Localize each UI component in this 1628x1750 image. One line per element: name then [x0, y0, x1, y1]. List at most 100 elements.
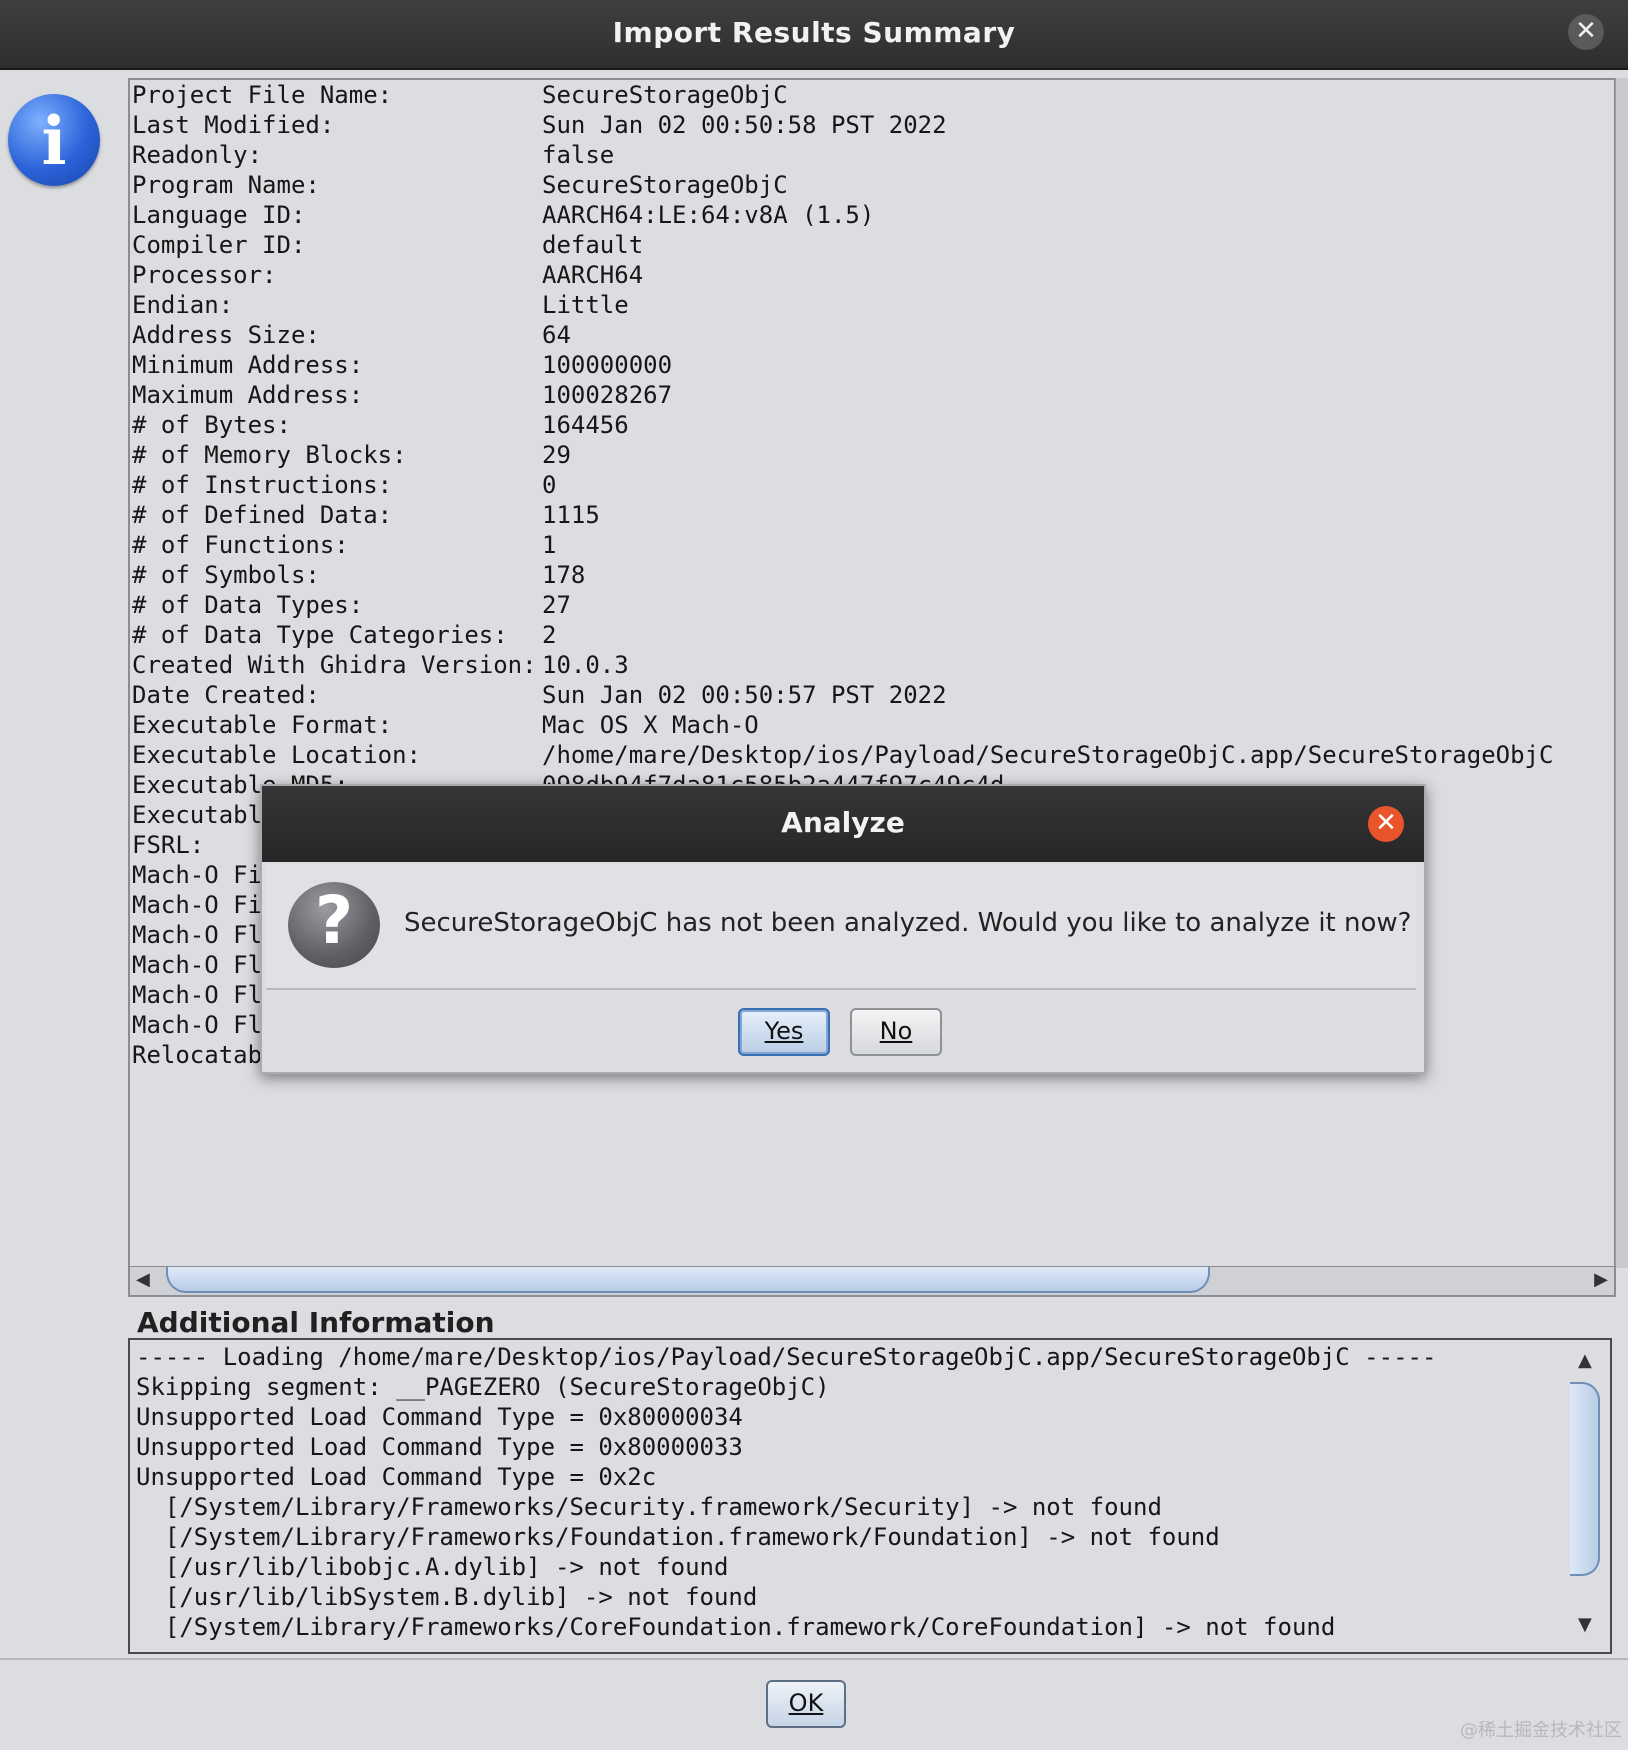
watermark: @稀土掘金技术社区	[1460, 1720, 1622, 1741]
summary-value: 164456	[542, 411, 629, 439]
log-line: [/usr/lib/libSystem.B.dylib] -> not foun…	[136, 1583, 758, 1611]
summary-value: 2	[542, 621, 557, 649]
summary-row: # of Instructions: 0	[132, 470, 1553, 500]
summary-value: 1115	[542, 501, 600, 529]
log-line: [/System/Library/Frameworks/Security.fra…	[136, 1493, 1162, 1521]
dialog-message-area: ? SecureStorageObjC has not been analyze…	[266, 864, 1416, 990]
summary-value: Sun Jan 02 00:50:58 PST 2022	[542, 111, 947, 139]
additional-info-heading: Additional Information	[137, 1306, 495, 1339]
summary-value: /home/mare/Desktop/ios/Payload/SecureSto…	[542, 741, 1554, 769]
summary-label: # of Defined Data:	[132, 501, 393, 529]
summary-label: Language ID:	[132, 201, 306, 229]
summary-value: default	[542, 231, 644, 259]
summary-row: Maximum Address: 100028267	[132, 380, 1553, 410]
summary-row: Endian: Little	[132, 290, 1553, 320]
summary-label: Processor:	[132, 261, 277, 289]
summary-row: # of Symbols: 178	[132, 560, 1553, 590]
vertical-scroll-thumb[interactable]	[1570, 1382, 1600, 1576]
summary-label: Project File Name:	[132, 81, 393, 109]
summary-value: 100028267	[542, 381, 673, 409]
dialog-close-icon[interactable]: ✕	[1368, 806, 1404, 842]
summary-vertical-scrollbar[interactable]	[1615, 78, 1628, 1268]
summary-label: # of Bytes:	[132, 411, 291, 439]
summary-value: 10.0.3	[542, 651, 629, 679]
summary-row: Minimum Address: 100000000	[132, 350, 1553, 380]
summary-row: # of Bytes: 164456	[132, 410, 1553, 440]
summary-value: 1	[542, 531, 557, 559]
log-line: Unsupported Load Command Type = 0x2c	[136, 1463, 657, 1491]
summary-label: Minimum Address:	[132, 351, 364, 379]
no-button[interactable]: No	[850, 1008, 942, 1056]
summary-value: 64	[542, 321, 571, 349]
summary-row: Processor: AARCH64	[132, 260, 1553, 290]
summary-label: # of Data Type Categories:	[132, 621, 508, 649]
scroll-left-arrow-icon[interactable]: ◀	[136, 1269, 150, 1290]
summary-label: # of Memory Blocks:	[132, 441, 407, 469]
summary-row: Readonly: false	[132, 140, 1553, 170]
summary-row: # of Defined Data: 1115	[132, 500, 1553, 530]
summary-value: 27	[542, 591, 571, 619]
horizontal-scrollbar[interactable]: ◀ ▶	[128, 1266, 1616, 1297]
yes-button[interactable]: Yes	[738, 1008, 830, 1056]
summary-label: # of Functions:	[132, 531, 349, 559]
summary-row: # of Memory Blocks: 29	[132, 440, 1553, 470]
log-line: Unsupported Load Command Type = 0x800000…	[136, 1433, 743, 1461]
summary-label: Executable Location:	[132, 741, 421, 769]
additional-info-panel[interactable]: ----- Loading /home/mare/Desktop/ios/Pay…	[128, 1338, 1612, 1654]
ok-button[interactable]: OK	[766, 1680, 846, 1728]
scroll-right-arrow-icon[interactable]: ▶	[1594, 1269, 1608, 1290]
log-line: ----- Loading /home/mare/Desktop/ios/Pay…	[136, 1343, 1437, 1371]
close-icon[interactable]: ✕	[1568, 14, 1604, 50]
summary-row: Executable Format: Mac OS X Mach-O	[132, 710, 1553, 740]
summary-label: Executable Format:	[132, 711, 393, 739]
summary-label: # of Data Types:	[132, 591, 364, 619]
divider	[0, 1658, 1628, 1660]
summary-value: AARCH64:LE:64:v8A (1.5)	[542, 201, 875, 229]
summary-row: Last Modified: Sun Jan 02 00:50:58 PST 20…	[132, 110, 1553, 140]
summary-row: Date Created: Sun Jan 02 00:50:57 PST 202…	[132, 680, 1553, 710]
analyze-dialog: Analyze ✕ ? SecureStorageObjC has not be…	[260, 784, 1426, 1074]
summary-label: Readonly:	[132, 141, 263, 169]
summary-label: Last Modified:	[132, 111, 335, 139]
summary-label: # of Symbols:	[132, 561, 320, 589]
yes-label: Yes	[764, 1017, 804, 1045]
summary-row: Program Name: SecureStorageObjC	[132, 170, 1553, 200]
summary-label: Program Name:	[132, 171, 320, 199]
summary-row: Address Size: 64	[132, 320, 1553, 350]
log-line: Skipping segment: __PAGEZERO (SecureStor…	[136, 1373, 830, 1401]
summary-value: Little	[542, 291, 629, 319]
log-line: [/usr/lib/libobjc.A.dylib] -> not found	[136, 1553, 729, 1581]
main-titlebar: Import Results Summary ✕	[0, 0, 1628, 70]
dialog-titlebar: Analyze ✕	[262, 786, 1424, 862]
info-icon: i	[8, 94, 100, 186]
summary-row: Created With Ghidra Version: 10.0.3	[132, 650, 1553, 680]
summary-label: Maximum Address:	[132, 381, 364, 409]
log-line: Unsupported Load Command Type = 0x800000…	[136, 1403, 743, 1431]
window-title: Import Results Summary	[612, 16, 1016, 49]
horizontal-scroll-thumb[interactable]	[166, 1267, 1210, 1293]
summary-row: Executable Location: /home/mare/Desktop/i…	[132, 740, 1553, 770]
summary-label: Compiler ID:	[132, 231, 306, 259]
log-line: [/System/Library/Frameworks/Foundation.f…	[136, 1523, 1220, 1551]
summary-row: # of Data Types: 27	[132, 590, 1553, 620]
summary-label: Address Size:	[132, 321, 320, 349]
log-line: [/System/Library/Frameworks/CoreFoundati…	[136, 1613, 1336, 1641]
summary-label: Date Created:	[132, 681, 320, 709]
summary-row: # of Data Type Categories: 2	[132, 620, 1553, 650]
summary-value: 100000000	[542, 351, 673, 379]
summary-row: Compiler ID: default	[132, 230, 1553, 260]
scroll-down-arrow-icon[interactable]: ▼	[1578, 1614, 1592, 1635]
summary-value: AARCH64	[542, 261, 644, 289]
summary-value: 29	[542, 441, 571, 469]
summary-value: Mac OS X Mach-O	[542, 711, 759, 739]
summary-value: false	[542, 141, 615, 169]
summary-row: Language ID: AARCH64:LE:64:v8A (1.5)	[132, 200, 1553, 230]
summary-value: 0	[542, 471, 557, 499]
scroll-up-arrow-icon[interactable]: ▲	[1578, 1350, 1592, 1371]
summary-value: 178	[542, 561, 586, 589]
summary-row: # of Functions: 1	[132, 530, 1553, 560]
summary-value: Sun Jan 02 00:50:57 PST 2022	[542, 681, 947, 709]
summary-row: Project File Name: SecureStorageObjC	[132, 80, 1553, 110]
no-label: No	[879, 1017, 913, 1045]
additional-info-lines: ----- Loading /home/mare/Desktop/ios/Pay…	[136, 1342, 1436, 1642]
